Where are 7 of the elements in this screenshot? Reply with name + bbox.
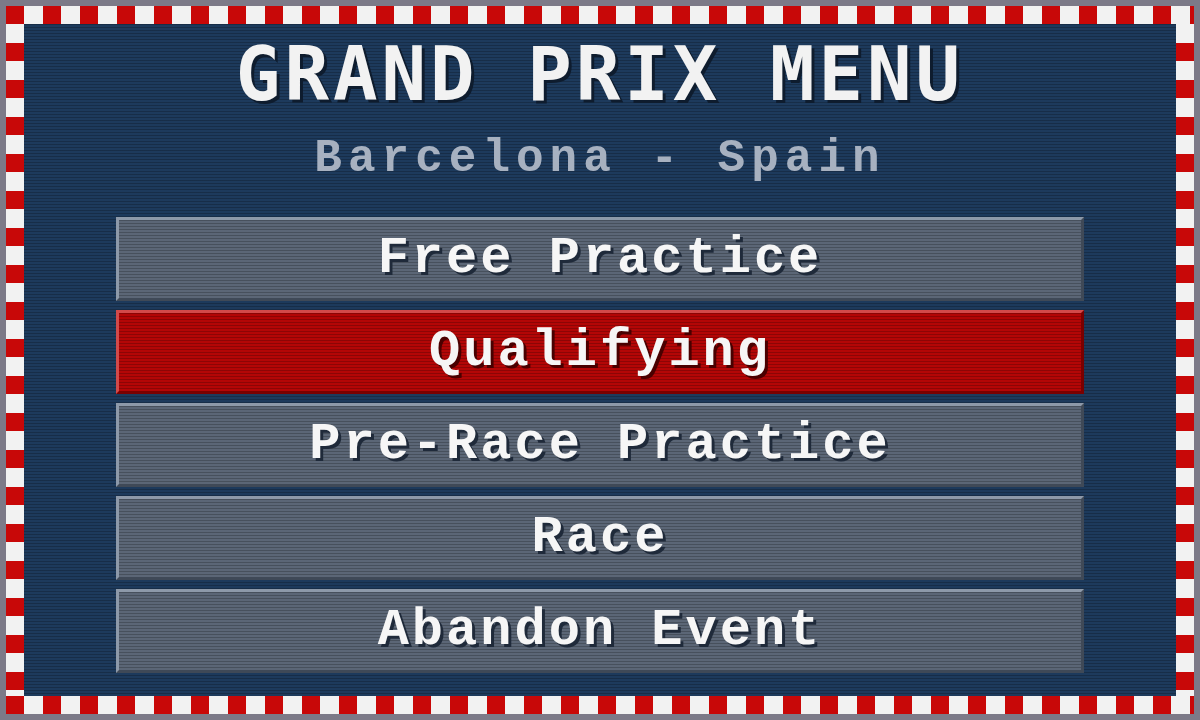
menu-option[interactable]: Race (116, 496, 1084, 580)
location-subtitle: Barcelona - Spain (314, 134, 886, 185)
menu-option[interactable]: Qualifying (116, 310, 1084, 394)
menu-option[interactable]: Abandon Event (116, 589, 1084, 673)
menu-option[interactable]: Free Practice (116, 217, 1084, 301)
menu-title: GRAND PRIX MENU (235, 34, 965, 116)
menu-option[interactable]: Pre-Race Practice (116, 403, 1084, 487)
